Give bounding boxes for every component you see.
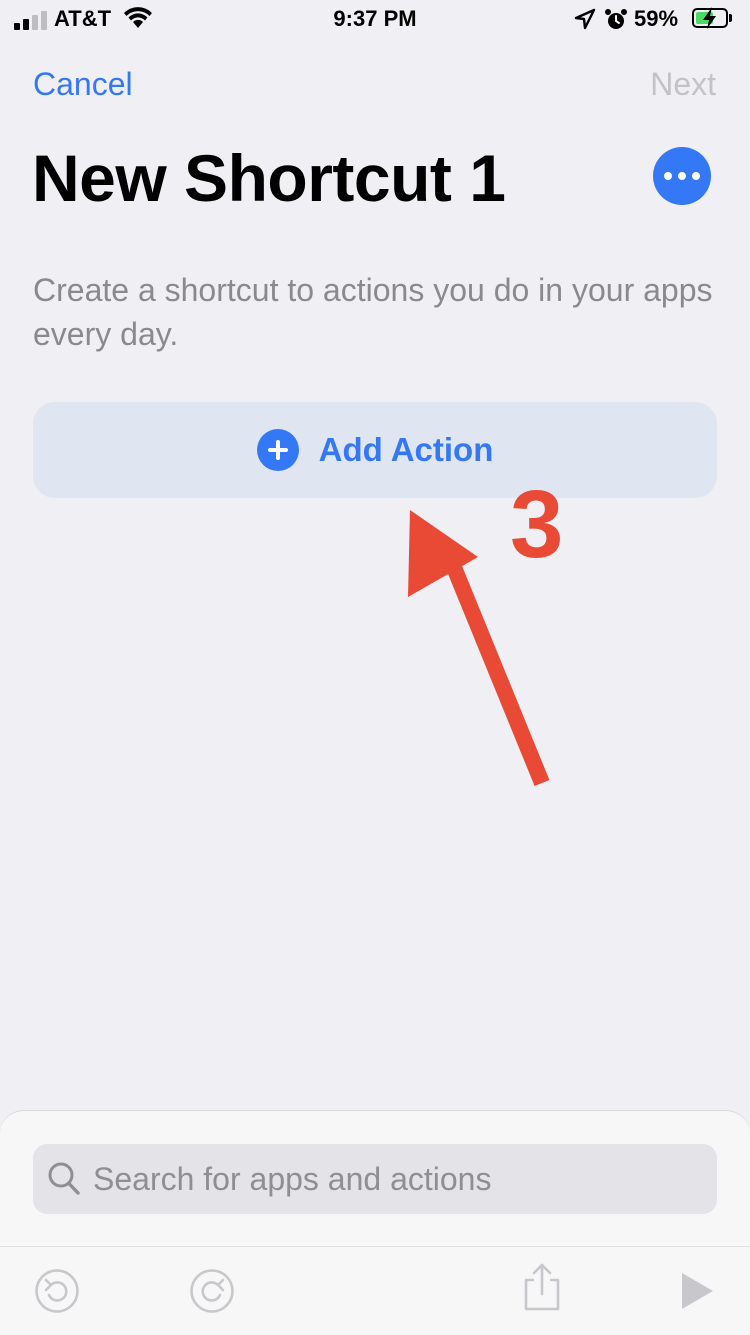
status-bar: AT&T 9:37 PM 59% bbox=[0, 0, 750, 40]
share-icon[interactable] bbox=[520, 1262, 564, 1312]
more-options-button[interactable] bbox=[653, 147, 711, 205]
battery-tip bbox=[729, 14, 732, 22]
location-arrow-icon bbox=[574, 8, 596, 30]
ellipsis-icon bbox=[664, 172, 672, 180]
cancel-button[interactable]: Cancel bbox=[33, 66, 133, 103]
description-text: Create a shortcut to actions you do in y… bbox=[33, 272, 713, 352]
next-button[interactable]: Next bbox=[650, 66, 716, 103]
undo-icon[interactable] bbox=[34, 1268, 80, 1314]
page-title: New Shortcut 1 bbox=[32, 141, 506, 215]
add-action-button[interactable]: Add Action bbox=[33, 402, 717, 498]
search-placeholder: Search for apps and actions bbox=[93, 1161, 492, 1197]
plus-circle-icon bbox=[256, 429, 299, 471]
play-icon[interactable] bbox=[680, 1272, 714, 1310]
annotation-arrow-icon bbox=[408, 510, 550, 787]
redo-icon[interactable] bbox=[189, 1268, 235, 1314]
search-field[interactable]: Search for apps and actions bbox=[33, 1144, 717, 1214]
ellipsis-dot bbox=[692, 172, 700, 180]
charging-bolt-icon bbox=[703, 7, 716, 29]
alarm-icon bbox=[605, 9, 627, 29]
ellipsis-dot bbox=[678, 172, 686, 180]
bottom-toolbar bbox=[0, 1246, 750, 1335]
search-icon bbox=[48, 1162, 80, 1195]
add-action-label: Add Action bbox=[318, 431, 494, 468]
battery-percent: 59% bbox=[634, 6, 679, 31]
